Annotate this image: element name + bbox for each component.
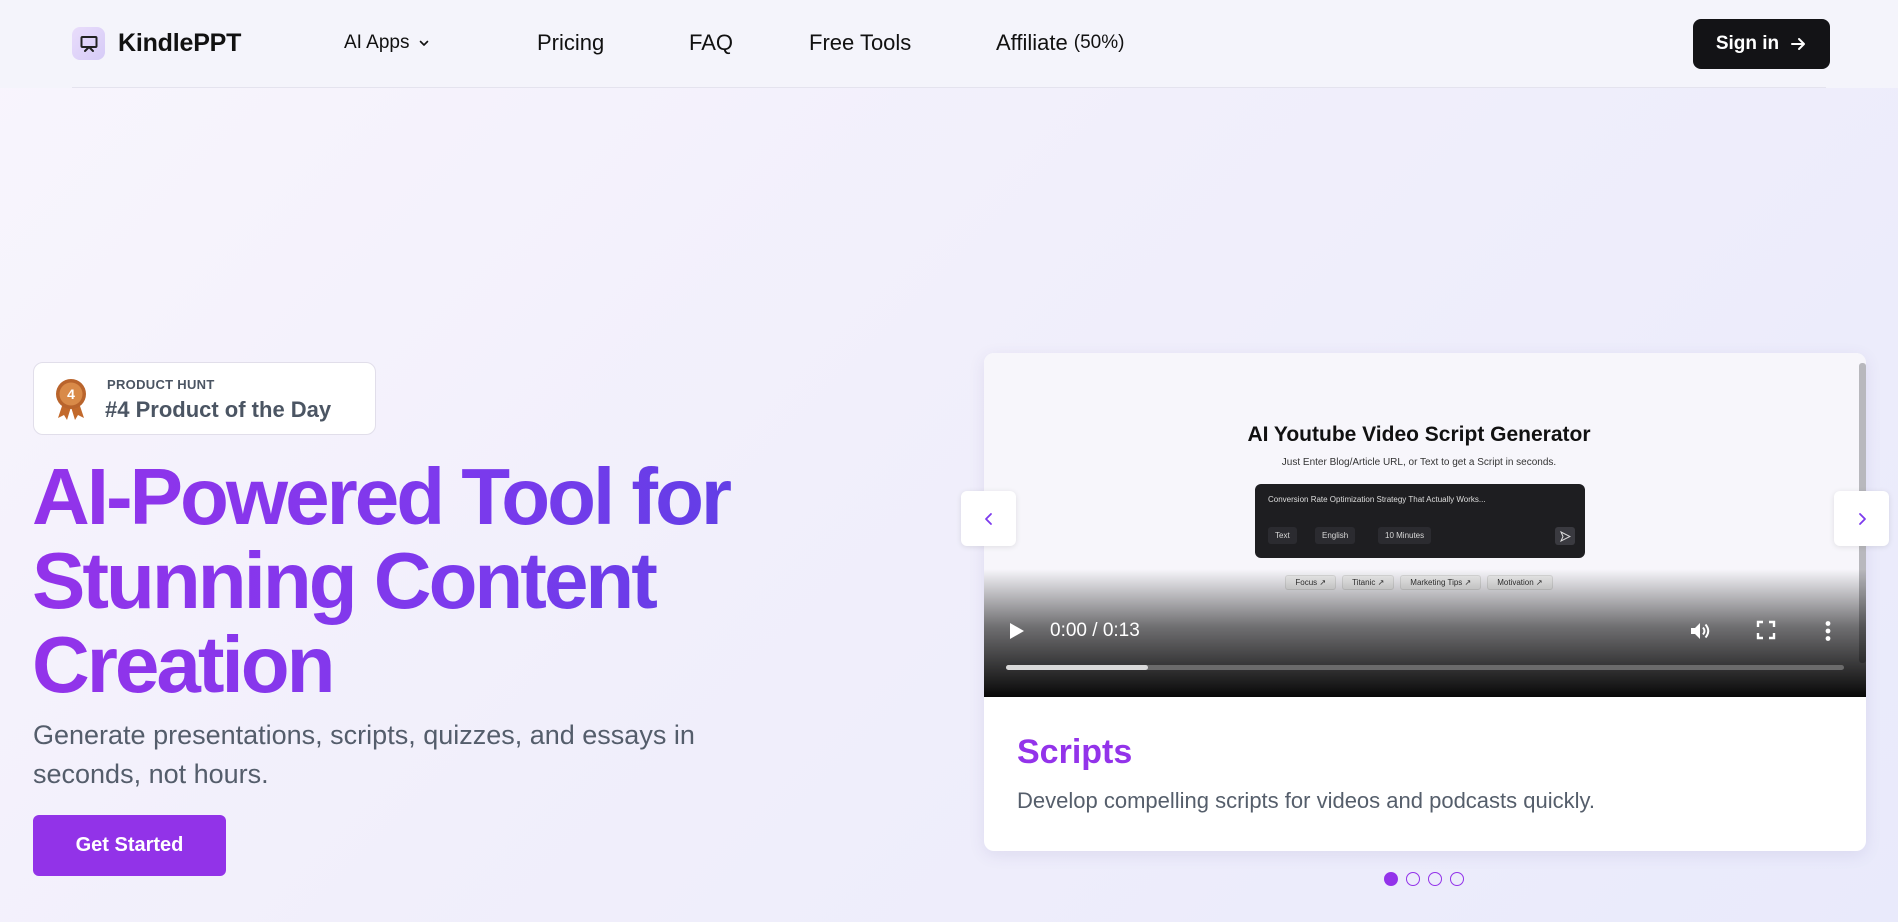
chevron-down-icon — [418, 37, 430, 49]
hero-heading-line-3: Creation — [32, 620, 333, 709]
medal-rank: 4 — [67, 386, 75, 402]
hero-heading-line-1: AI-Powered Tool for — [32, 452, 730, 541]
video-frame-chip-length: 10 Minutes — [1378, 527, 1432, 544]
sign-in-button[interactable]: Sign in — [1693, 19, 1830, 69]
carousel-dot-1[interactable] — [1384, 872, 1398, 886]
send-icon — [1555, 527, 1575, 545]
nav-affiliate-link[interactable]: Affiliate (50%) — [996, 30, 1124, 56]
nav-affiliate-percent: (50%) — [1073, 32, 1125, 53]
sign-in-label: Sign in — [1715, 33, 1780, 54]
nav-divider — [72, 87, 1826, 88]
badge-label: PRODUCT HUNT — [107, 377, 215, 392]
carousel-prev-button[interactable] — [961, 491, 1016, 546]
presentation-icon — [72, 27, 105, 60]
product-hunt-badge[interactable]: 4 PRODUCT HUNT #4 Product of the Day — [33, 362, 376, 435]
video-frame-title: AI Youtube Video Script Generator — [1247, 423, 1591, 446]
nav-pricing-link[interactable]: Pricing — [537, 30, 604, 56]
nav-ai-apps-dropdown[interactable]: AI Apps — [344, 32, 430, 54]
nav-free-tools-link[interactable]: Free Tools — [809, 30, 911, 56]
top-nav: KindlePPT AI Apps Pricing FAQ Free Tools… — [0, 0, 1898, 88]
carousel-next-button[interactable] — [1834, 491, 1889, 546]
nav-ai-apps-label: AI Apps — [344, 32, 410, 53]
chevron-right-icon — [1858, 512, 1866, 525]
medal-icon: 4 — [56, 379, 86, 420]
brand-name: KindlePPT — [118, 29, 242, 57]
video-frame-chip-language: English — [1315, 527, 1356, 544]
video-frame-input-text: Conversion Rate Optimization Strategy Th… — [1268, 495, 1486, 504]
slide-title: Scripts — [1017, 733, 1133, 771]
video-time: 0:00 / 0:13 — [1050, 620, 1140, 641]
carousel-dot-4[interactable] — [1450, 872, 1464, 886]
demo-video-player[interactable]: AI Youtube Video Script Generator Just E… — [984, 353, 1866, 697]
fullscreen-icon[interactable] — [1755, 619, 1777, 646]
video-frame-subtitle: Just Enter Blog/Article URL, or Text to … — [1281, 457, 1557, 468]
play-icon[interactable] — [1008, 621, 1026, 646]
video-progress-bar[interactable] — [1006, 665, 1844, 670]
carousel-dot-3[interactable] — [1428, 872, 1442, 886]
nav-affiliate-label: Affiliate — [996, 30, 1068, 55]
nav-faq-link[interactable]: FAQ — [689, 30, 733, 56]
chevron-left-icon — [984, 512, 992, 525]
video-frame-chip-type: Text — [1268, 527, 1297, 544]
slide-description: Develop compelling scripts for videos an… — [1017, 788, 1595, 813]
brand-logo[interactable]: KindlePPT — [72, 27, 241, 60]
carousel-dot-2[interactable] — [1406, 872, 1420, 886]
get-started-button[interactable]: Get Started — [33, 815, 226, 876]
hero-subtitle: Generate presentations, scripts, quizzes… — [33, 720, 695, 789]
badge-title: #4 Product of the Day — [105, 397, 332, 422]
arrow-right-icon — [1791, 38, 1806, 50]
video-frame-input-box: Conversion Rate Optimization Strategy Th… — [1255, 484, 1585, 558]
video-progress-fill — [1006, 665, 1149, 670]
hero-heading: AI-Powered Tool for Stunning Content Cre… — [32, 455, 812, 707]
carousel-pagination — [1384, 872, 1464, 886]
more-options-icon[interactable] — [1824, 619, 1832, 648]
hero-heading-line-2: Stunning Content — [32, 536, 655, 625]
volume-icon[interactable] — [1688, 619, 1712, 648]
carousel-slide-card: AI Youtube Video Script Generator Just E… — [984, 353, 1866, 851]
